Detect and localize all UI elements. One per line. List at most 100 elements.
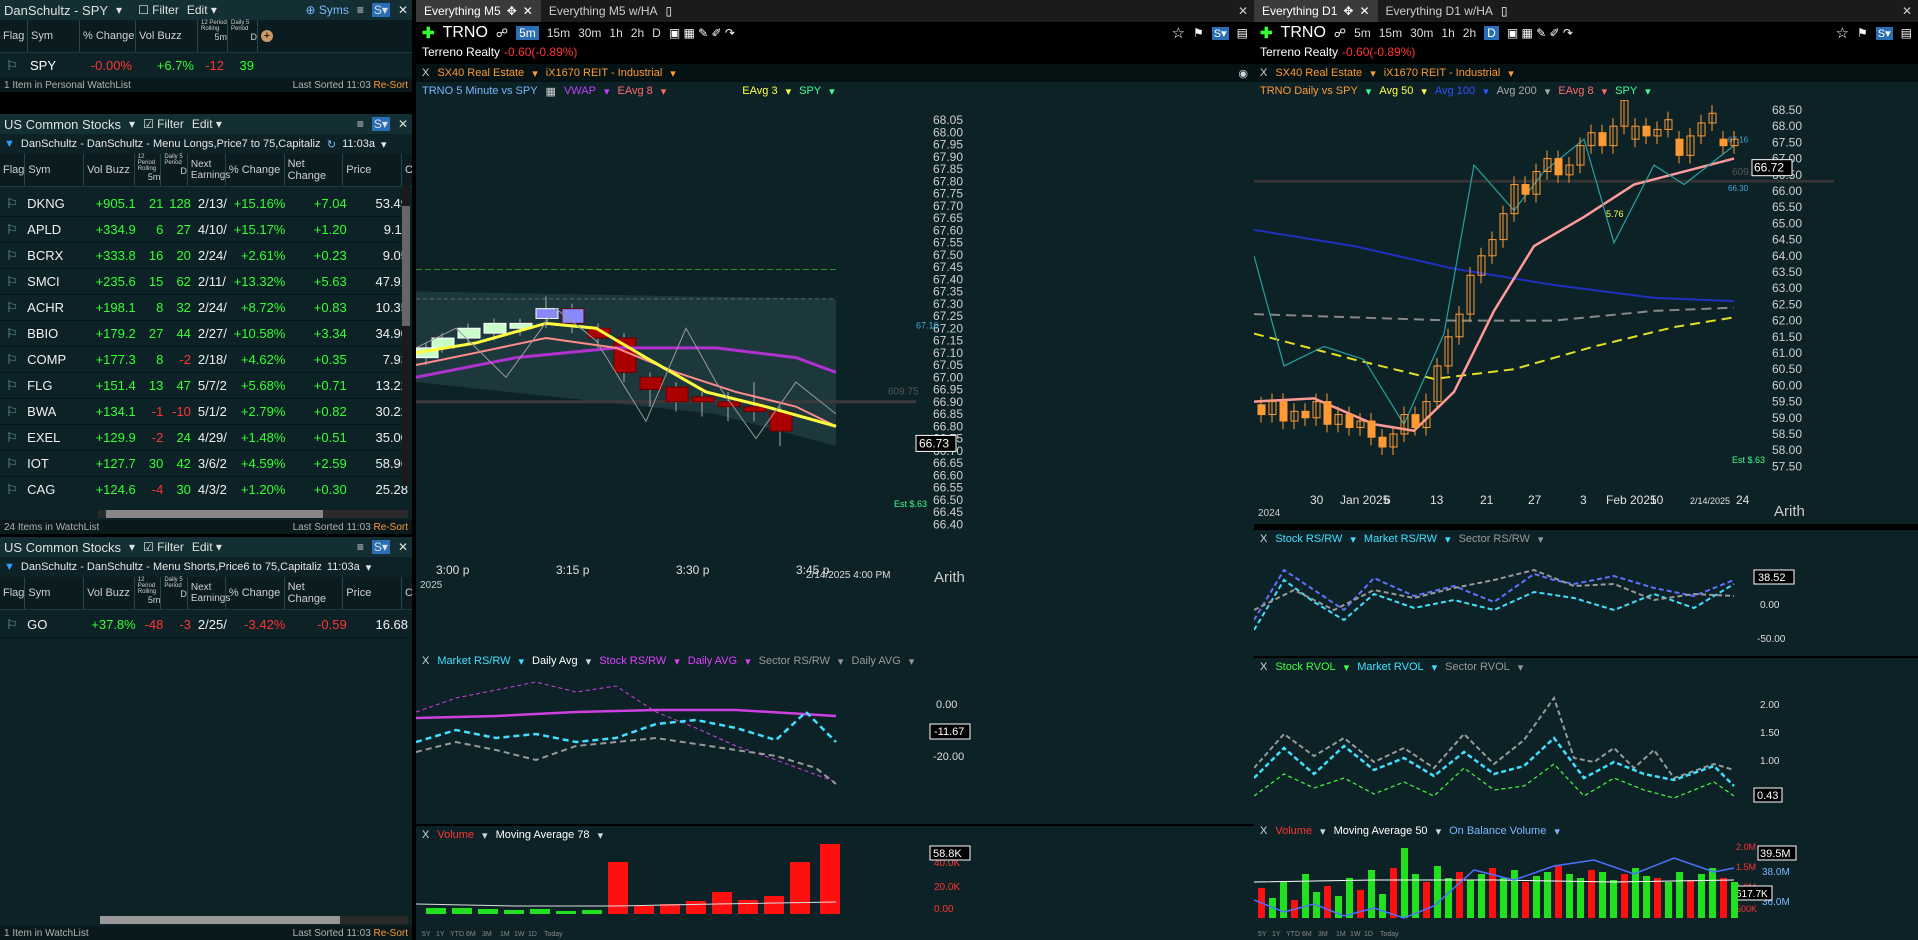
col-flag[interactable]: Flag xyxy=(0,20,28,52)
study-stock-rs[interactable]: Stock RS/RW xyxy=(599,655,666,667)
col-extra[interactable]: C xyxy=(402,154,412,186)
chart-type-icon[interactable]: ▣ ▦ ✎ ✐ ↷ xyxy=(669,26,735,40)
study-spy[interactable]: SPY xyxy=(799,85,821,97)
study-market-rs[interactable]: Market RS/RW xyxy=(437,655,510,667)
symbol-input[interactable]: TRNO xyxy=(1281,24,1326,42)
new-tab-icon[interactable]: ▯ xyxy=(1501,4,1508,18)
study-eavg8[interactable]: EAvg 8 xyxy=(617,85,652,97)
save-icon[interactable]: ▤ xyxy=(1901,26,1912,40)
close-pane-icon[interactable]: X xyxy=(1260,661,1267,673)
col-vol-buzz[interactable]: Vol Buzz xyxy=(84,577,135,609)
edit-menu[interactable]: Edit ▾ xyxy=(192,117,222,131)
col-next-earnings[interactable]: Next Earnings xyxy=(188,154,230,186)
study-stock-rvol[interactable]: Stock RVOL xyxy=(1275,661,1335,673)
timeframe-30m[interactable]: 30m xyxy=(1410,26,1433,40)
col-price[interactable]: Price xyxy=(343,154,403,186)
col-extra[interactable]: C xyxy=(402,577,412,609)
close-icon[interactable]: ✕ xyxy=(523,4,533,18)
tab-everything-m5[interactable]: Everything M5 ✥ ✕ xyxy=(416,0,541,22)
move-icon[interactable]: ✥ xyxy=(507,4,517,18)
study-ma78[interactable]: Moving Average 78 xyxy=(496,829,590,841)
close-pane-icon[interactable]: X xyxy=(422,655,429,667)
flag-icon[interactable]: ⚐ xyxy=(0,274,25,290)
filter-checkbox[interactable]: ☑ Filter xyxy=(143,540,184,554)
table-row[interactable]: ⚐ FLG +151.4 13 47 5/7/2 +5.68% +0.71 13.22 xyxy=(0,373,412,399)
study-main[interactable]: TRNO Daily vs SPY xyxy=(1260,85,1358,97)
flag-icon[interactable]: ⚐ xyxy=(0,352,25,368)
col-sym[interactable]: Sym xyxy=(28,20,80,52)
col-next-earnings[interactable]: Next Earnings xyxy=(188,577,230,609)
col-pct-change[interactable]: % Change xyxy=(226,577,285,609)
chevron-down-icon[interactable]: ▾ xyxy=(366,561,372,574)
d1-price-chart[interactable]: 68.5068.0067.5067.0066.5066.0065.5065.00… xyxy=(1254,100,1918,524)
table-row[interactable]: ⚐ GO +37.8% -48 -3 2/25/ -3.42% -0.59 16.68 xyxy=(0,612,412,638)
table-row[interactable]: ⚐ APLD +334.9 6 27 4/10/+15.17% +1.20 9.11 xyxy=(0,217,412,243)
timeframe-15m[interactable]: 15m xyxy=(547,26,570,40)
flag-icon[interactable]: ⚐ xyxy=(0,456,25,472)
col-daily-5[interactable]: Daily 5 Period D xyxy=(161,577,188,609)
table-row[interactable]: ⚐ BWA +134.1 -1 -10 5/1/2 +2.79% +0.82 30.22 xyxy=(0,399,412,425)
resort-button[interactable]: Re-Sort xyxy=(374,522,408,533)
study-daily-avg[interactable]: Daily Avg xyxy=(532,655,578,667)
funnel-icon[interactable]: ▼ xyxy=(4,138,15,150)
study-stock-rs[interactable]: Stock RS/RW xyxy=(1275,533,1342,545)
share-icon[interactable]: S▾ xyxy=(371,3,390,17)
add-symbols-button[interactable]: ⊕ Syms xyxy=(306,3,349,17)
study-ma50[interactable]: Moving Average 50 xyxy=(1334,825,1428,837)
col-vol-buzz[interactable]: Vol Buzz xyxy=(84,154,135,186)
study-vwap[interactable]: VWAP xyxy=(564,85,596,97)
table-row[interactable]: ⚐ BCRX +333.8 16 20 2/24/+2.61% +0.23 9.05 xyxy=(0,243,412,269)
add-icon[interactable]: ✚ xyxy=(422,24,435,42)
scan-time[interactable]: 11:03a xyxy=(327,561,360,573)
col-daily-5[interactable]: Daily 5 Period D xyxy=(161,154,188,186)
flag-icon[interactable]: ⚐ xyxy=(0,404,25,420)
d1-rs-chart[interactable]: 38.52 0.00 -50.00 xyxy=(1254,550,1918,656)
vertical-scrollbar[interactable] xyxy=(402,186,410,486)
longs-title[interactable]: US Common Stocks xyxy=(4,117,121,132)
study-sector-rvol[interactable]: Sector RVOL xyxy=(1445,661,1510,673)
col-12-period[interactable]: 12 Period Rolling 5m xyxy=(135,154,162,186)
filter-checkbox[interactable]: ☑ Filter xyxy=(143,117,184,131)
study-market-rvol[interactable]: Market RVOL xyxy=(1357,661,1423,673)
table-row[interactable]: ⚐ IOT +127.7 30 42 3/6/2 +4.59% +2.59 58.96 xyxy=(0,451,412,477)
save-icon[interactable]: ▤ xyxy=(1237,26,1248,40)
d1-volume-chart[interactable]: 2.0M1.5M1.0M500K39.5M38.0M36.0M617.7K5Y1… xyxy=(1254,840,1918,940)
col-12-period[interactable]: 12 Period Rolling 5m xyxy=(135,577,162,609)
scan-filter-bar[interactable]: ▼ DanSchultz - DanSchultz - Menu Longs,P… xyxy=(0,134,412,154)
table-row[interactable]: ⚐ SPY -0.00% +6.7% -12 39 xyxy=(0,53,412,79)
link-icon[interactable]: ☍ xyxy=(496,26,508,40)
share-icon[interactable]: S▾ xyxy=(371,540,390,554)
timeframe-d[interactable]: D xyxy=(1484,26,1499,40)
col-sym[interactable]: Sym xyxy=(25,577,85,609)
share-icon[interactable]: S▾ xyxy=(1211,26,1229,40)
resort-button[interactable]: Re-Sort xyxy=(374,80,408,91)
industry-label[interactable]: iX1670 REIT - Industrial xyxy=(1384,67,1501,79)
table-row[interactable]: ⚐ ACHR +198.1 8 32 2/24/+8.72% +0.83 10.35 xyxy=(0,295,412,321)
tab-everything-d1-ha[interactable]: Everything D1 w/HA xyxy=(1378,0,1501,22)
scan-filter-bar[interactable]: ▼ DanSchultz - DanSchultz - Menu Shorts,… xyxy=(0,557,412,577)
timeframe-15m[interactable]: 15m xyxy=(1379,26,1402,40)
table-row[interactable]: ⚐ COMP +177.3 8 -2 2/18/+4.62% +0.35 7.93 xyxy=(0,347,412,373)
share-icon[interactable]: S▾ xyxy=(1875,26,1893,40)
m5-rs-chart[interactable]: 0.00 -20.00 -11.67 xyxy=(416,672,1254,822)
scan-time[interactable]: 11:03a xyxy=(342,138,375,150)
share-icon[interactable]: S▾ xyxy=(371,117,390,131)
close-window-icon[interactable]: ✕ xyxy=(1238,4,1254,18)
study-avg200[interactable]: Avg 200 xyxy=(1497,85,1537,97)
study-market-rs[interactable]: Market RS/RW xyxy=(1364,533,1437,545)
globe-icon[interactable]: ◉ xyxy=(1238,67,1254,80)
flag-icon[interactable]: ⚐ xyxy=(0,222,25,238)
timeframe-2h[interactable]: 2h xyxy=(1463,26,1476,40)
col-net-change[interactable]: Net Change xyxy=(285,154,344,186)
study-volume[interactable]: Volume xyxy=(1275,825,1312,837)
tab-everything-d1[interactable]: Everything D1 ✥ ✕ xyxy=(1254,0,1378,22)
col-flag[interactable]: Flag xyxy=(0,154,26,186)
study-avg50[interactable]: Avg 50 xyxy=(1379,85,1413,97)
chevron-down-icon[interactable]: ▾ xyxy=(129,540,135,554)
horizontal-scrollbar[interactable] xyxy=(100,916,408,924)
chevron-down-icon[interactable]: ▾ xyxy=(129,117,135,131)
timeframe-30m[interactable]: 30m xyxy=(578,26,601,40)
edit-menu[interactable]: Edit ▾ xyxy=(187,3,217,17)
star-icon[interactable]: ☆ xyxy=(1836,24,1849,42)
flag-icon[interactable]: ⚑ xyxy=(1857,26,1868,40)
